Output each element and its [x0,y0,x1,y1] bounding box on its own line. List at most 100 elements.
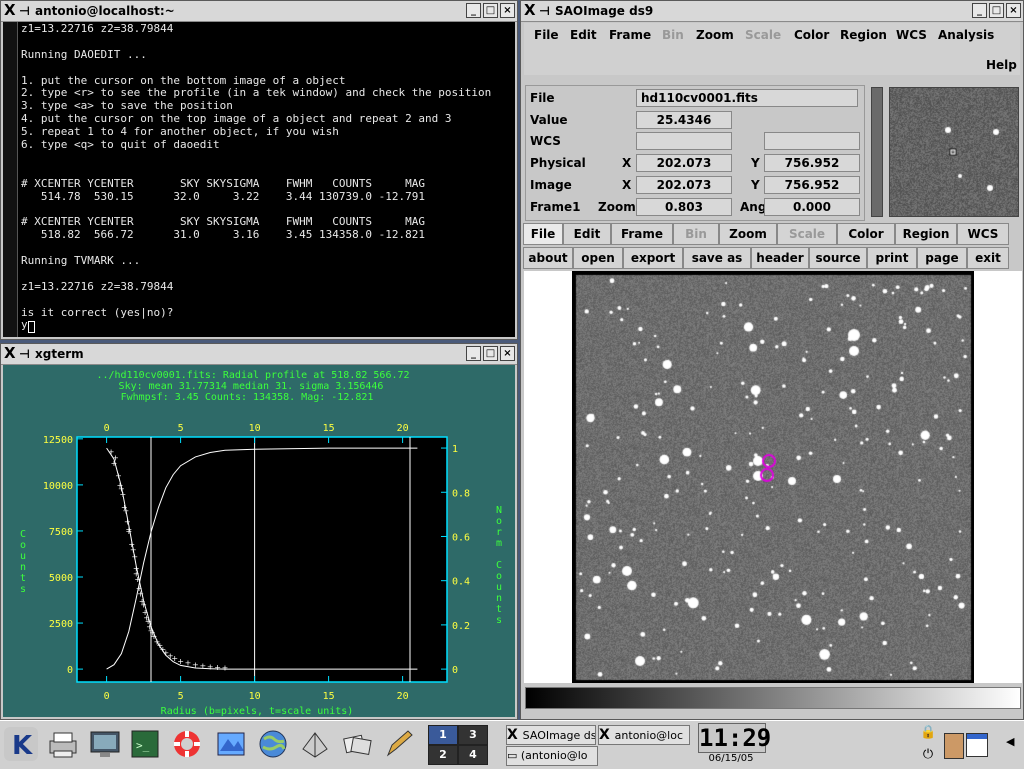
menu-color[interactable]: Color [794,28,829,42]
terminal-line: z1=13.22716 z2=38.79844 [21,279,174,293]
photos-icon[interactable] [340,727,374,761]
desktop-1-label: 1 [439,728,447,741]
clock[interactable]: 11:29 06/15/05 [698,723,771,767]
menu-scale: Scale [745,28,782,42]
menu-edit[interactable]: Edit [570,28,597,42]
printer-icon[interactable] [46,727,80,761]
control-center-icon[interactable] [214,727,248,761]
xgterm-graphics[interactable]: ../hd110cv0001.fits: Radial profile at 5… [3,365,515,717]
desktop-4[interactable]: 4 [459,746,487,764]
menu-file[interactable]: File [534,28,559,42]
logout-icon[interactable]: ⏻ [920,747,936,765]
taskbar: K >_ 1 3 2 4 X SAOImage ds9 X antonio@lo… [0,720,1024,769]
image-x-label: X [622,178,632,192]
minimize-button[interactable]: _ [466,346,481,361]
button-edit[interactable]: Edit [563,223,611,245]
button-zoom[interactable]: Zoom [719,223,777,245]
task-xgterm[interactable]: ▭ (antonio@lo [506,746,598,766]
button-source[interactable]: source [809,247,867,269]
terminal-line: 518.82 566.72 31.0 3.16 3.45 134358.0 -1… [21,228,425,242]
button-about[interactable]: about [523,247,573,269]
desktop-3[interactable]: 3 [459,726,487,744]
ds9-title: SAOImage ds9 [555,4,654,18]
profile-point: + [207,662,214,671]
physical-label: Physical [530,156,586,170]
colorbar[interactable] [525,687,1021,709]
ds9-titlebar[interactable]: X ⊣ SAOImage ds9 _ □ × [521,1,1023,22]
button-print[interactable]: print [867,247,917,269]
button-frame[interactable]: Frame [611,223,673,245]
terminal-line: is it correct (yes|no)? [21,305,174,319]
desktop-icon[interactable] [88,727,122,761]
button-file[interactable]: File [523,223,563,245]
terminal-icon[interactable]: >_ [128,727,162,761]
menu-region[interactable]: Region [840,28,887,42]
maximize-button[interactable]: □ [483,346,498,361]
terminal-line: y [21,318,28,332]
menu-frame[interactable]: Frame [609,28,651,42]
x-window-icon[interactable]: X [524,1,536,19]
button-save-as[interactable]: save as [683,247,751,269]
file-value: hd110cv0001.fits [636,89,858,107]
lock-screen-icon[interactable]: 🔒 [920,725,936,743]
task-terminal[interactable]: X antonio@loc [598,725,690,745]
maximize-button[interactable]: □ [989,3,1004,18]
desktop-2[interactable]: 2 [429,746,457,764]
xgterm-titlebar[interactable]: X ⊣ xgterm _ □ × [1,344,517,365]
y-tick-label: 10000 [43,481,73,492]
panner-slider[interactable] [871,87,883,217]
radial-profile-plot: ../hd110cv0001.fits: Radial profile at 5… [20,370,502,717]
right-tick-label: 1 [452,444,458,455]
task-ds9[interactable]: X SAOImage ds9 [506,725,596,745]
pin-icon[interactable]: ⊣ [19,1,30,21]
button-export[interactable]: export [623,247,683,269]
minimize-button[interactable]: _ [972,3,987,18]
kde-menu-icon[interactable]: K [4,727,38,761]
image-y: 756.952 [764,176,860,194]
ds9-window: X ⊣ SAOImage ds9 _ □ × File Edit Frame B… [520,0,1024,720]
button-page[interactable]: page [917,247,967,269]
terminal-titlebar[interactable]: X ⊣ antonio@localhost:~ _ □ × [1,1,517,22]
menu-help[interactable]: Help [986,58,1017,72]
close-button[interactable]: × [1006,3,1021,18]
terminal-window: X ⊣ antonio@localhost:~ _ □ × z1=13.2271… [0,0,518,340]
calendar-icon[interactable] [966,733,988,757]
desktop-1[interactable]: 1 [429,726,457,744]
y-axis-label-left: Counts [20,529,26,595]
image-frame[interactable] [524,271,1022,683]
menu-zoom[interactable]: Zoom [696,28,734,42]
editor-pen-icon[interactable] [382,727,416,761]
button-exit[interactable]: exit [967,247,1009,269]
web-browser-icon[interactable] [256,727,290,761]
button-header[interactable]: header [751,247,809,269]
close-button[interactable]: × [500,3,515,18]
info-panel: File hd110cv0001.fits Value 25.4346 WCS … [525,85,865,221]
menu-analysis[interactable]: Analysis [938,28,994,42]
button-wcs[interactable]: WCS [957,223,1009,245]
x-task-icon: X [507,727,523,743]
office-icon[interactable] [298,727,332,761]
taskbar-arrow-icon[interactable]: ◀ [1006,735,1020,755]
pin-icon[interactable]: ⊣ [19,344,30,364]
ds9-button-bar-bottom: about open export save as header source print p… [523,247,1021,269]
help-lifebuoy-icon[interactable] [170,727,204,761]
x-window-icon[interactable]: X [4,1,16,19]
star-field-image[interactable] [572,271,974,683]
close-button[interactable]: × [500,346,515,361]
button-region[interactable]: Region [895,223,957,245]
button-color[interactable]: Color [837,223,895,245]
maximize-button[interactable]: □ [483,3,498,18]
image-x: 202.073 [636,176,732,194]
profile-point: + [214,663,221,672]
clipboard-icon[interactable] [944,733,964,759]
x-window-icon[interactable]: X [4,344,16,362]
menu-wcs[interactable]: WCS [896,28,927,42]
pin-icon[interactable]: ⊣ [539,1,550,21]
minimize-button[interactable]: _ [466,3,481,18]
terminal-scrollbar[interactable] [3,22,18,337]
button-open[interactable]: open [573,247,623,269]
terminal-output[interactable]: z1=13.22716 z2=38.79844 Running DAOEDIT .… [3,22,515,337]
